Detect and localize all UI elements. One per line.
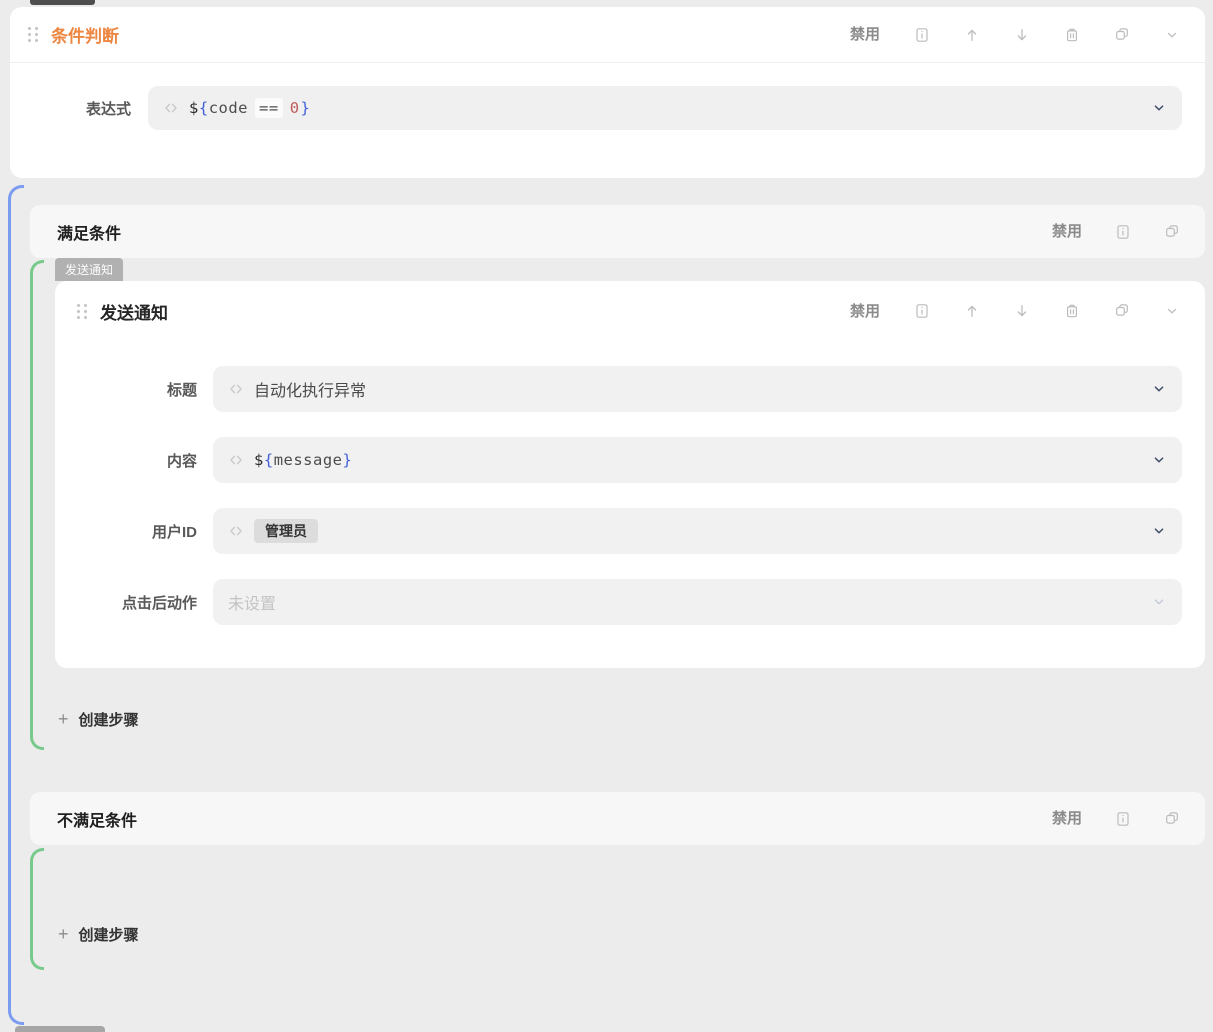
false-branch-title: 不满足条件 bbox=[57, 807, 137, 831]
expression-label: 表达式 bbox=[10, 98, 148, 119]
token-dollar: $ bbox=[189, 99, 199, 117]
step-card-toolbar: 禁用 bbox=[850, 303, 1180, 319]
disable-button[interactable]: 禁用 bbox=[1052, 811, 1082, 826]
click-action-field-input[interactable]: 未设置 bbox=[213, 579, 1182, 625]
copy-icon[interactable] bbox=[1164, 811, 1180, 827]
token-variable: code bbox=[209, 99, 248, 117]
note-info-icon[interactable] bbox=[914, 27, 930, 43]
note-info-icon[interactable] bbox=[914, 303, 930, 319]
true-branch-title: 满足条件 bbox=[57, 220, 121, 244]
top-scrollbar-thumb[interactable] bbox=[30, 0, 95, 5]
true-branch-guide-line bbox=[30, 260, 44, 750]
disable-button[interactable]: 禁用 bbox=[1052, 224, 1082, 239]
delete-icon[interactable] bbox=[1064, 27, 1080, 43]
step-type-tag: 发送通知 bbox=[55, 258, 123, 281]
false-branch-guide-line bbox=[30, 848, 44, 970]
user-id-field-input[interactable]: 管理员 bbox=[213, 508, 1182, 554]
step-card-title: 发送通知 bbox=[100, 299, 168, 324]
title-field-label: 标题 bbox=[55, 379, 213, 400]
token-dollar: $ bbox=[254, 451, 264, 469]
drag-handle-icon[interactable] bbox=[77, 304, 87, 319]
note-info-icon[interactable] bbox=[1115, 811, 1131, 827]
true-branch-header: 满足条件 禁用 bbox=[30, 205, 1205, 258]
create-step-button[interactable]: + 创建步骤 bbox=[58, 705, 139, 733]
expand-chevron-icon[interactable] bbox=[1151, 594, 1167, 610]
condition-card-header: 条件判断 禁用 bbox=[10, 7, 1205, 63]
title-field-input[interactable]: 自动化执行异常 bbox=[213, 366, 1182, 412]
expand-chevron-icon[interactable] bbox=[1151, 100, 1167, 116]
disable-button[interactable]: 禁用 bbox=[850, 304, 880, 319]
condition-branch-guide-line bbox=[8, 185, 24, 1025]
move-up-icon[interactable] bbox=[964, 27, 980, 43]
code-brackets-icon bbox=[228, 452, 244, 468]
collapse-chevron-icon[interactable] bbox=[1164, 27, 1180, 43]
create-step-label: 创建步骤 bbox=[79, 924, 139, 945]
user-chip[interactable]: 管理员 bbox=[254, 519, 318, 543]
copy-icon[interactable] bbox=[1114, 303, 1130, 319]
token-operator: == bbox=[255, 98, 283, 118]
false-branch-header: 不满足条件 禁用 bbox=[30, 792, 1205, 845]
code-brackets-icon bbox=[228, 523, 244, 539]
delete-icon[interactable] bbox=[1064, 303, 1080, 319]
plus-icon: + bbox=[58, 710, 69, 728]
expression-row: 表达式 ${code == 0} bbox=[10, 86, 1182, 130]
title-field-value: 自动化执行异常 bbox=[254, 377, 366, 401]
expand-chevron-icon[interactable] bbox=[1151, 452, 1167, 468]
copy-icon[interactable] bbox=[1114, 27, 1130, 43]
token-close-brace: } bbox=[301, 99, 311, 117]
click-action-placeholder: 未设置 bbox=[228, 590, 276, 614]
token-variable: message bbox=[274, 451, 343, 469]
copy-icon[interactable] bbox=[1164, 224, 1180, 240]
content-field-input[interactable]: ${message} bbox=[213, 437, 1182, 483]
send-notification-card: 发送通知 禁用 标题 自动化执行异常 内容 ${message} 用户ID bbox=[55, 281, 1205, 668]
move-up-icon[interactable] bbox=[964, 303, 980, 319]
create-step-button[interactable]: + 创建步骤 bbox=[58, 920, 139, 948]
condition-card-toolbar: 禁用 bbox=[850, 27, 1180, 43]
token-close-brace: } bbox=[343, 451, 353, 469]
click-action-field-label: 点击后动作 bbox=[55, 592, 213, 613]
step-card-header: 发送通知 禁用 bbox=[55, 281, 1205, 341]
expression-code: ${code == 0} bbox=[189, 99, 310, 117]
code-brackets-icon bbox=[228, 381, 244, 397]
move-down-icon[interactable] bbox=[1014, 303, 1030, 319]
expand-chevron-icon[interactable] bbox=[1151, 523, 1167, 539]
drag-handle-icon[interactable] bbox=[28, 27, 38, 42]
user-id-field-label: 用户ID bbox=[55, 521, 213, 542]
false-branch-toolbar: 禁用 bbox=[1052, 811, 1180, 827]
click-action-field-row: 点击后动作 未设置 bbox=[55, 579, 1182, 625]
note-info-icon[interactable] bbox=[1115, 224, 1131, 240]
user-id-field-row: 用户ID 管理员 bbox=[55, 508, 1182, 554]
collapse-chevron-icon[interactable] bbox=[1164, 303, 1180, 319]
condition-card: 条件判断 禁用 表达式 ${code == 0} bbox=[10, 7, 1205, 178]
expand-chevron-icon[interactable] bbox=[1151, 381, 1167, 397]
condition-card-title: 条件判断 bbox=[51, 22, 119, 47]
content-code: ${message} bbox=[254, 451, 352, 469]
disable-button[interactable]: 禁用 bbox=[850, 27, 880, 42]
create-step-label: 创建步骤 bbox=[79, 709, 139, 730]
title-field-row: 标题 自动化执行异常 bbox=[55, 366, 1182, 412]
move-down-icon[interactable] bbox=[1014, 27, 1030, 43]
content-field-row: 内容 ${message} bbox=[55, 437, 1182, 483]
token-open-brace: { bbox=[199, 99, 209, 117]
bottom-scrollbar-thumb[interactable] bbox=[15, 1026, 105, 1032]
token-open-brace: { bbox=[264, 451, 274, 469]
content-field-label: 内容 bbox=[55, 450, 213, 471]
code-brackets-icon bbox=[163, 100, 179, 116]
expression-input[interactable]: ${code == 0} bbox=[148, 86, 1182, 130]
plus-icon: + bbox=[58, 925, 69, 943]
token-value: 0 bbox=[290, 99, 300, 117]
true-branch-toolbar: 禁用 bbox=[1052, 224, 1180, 240]
